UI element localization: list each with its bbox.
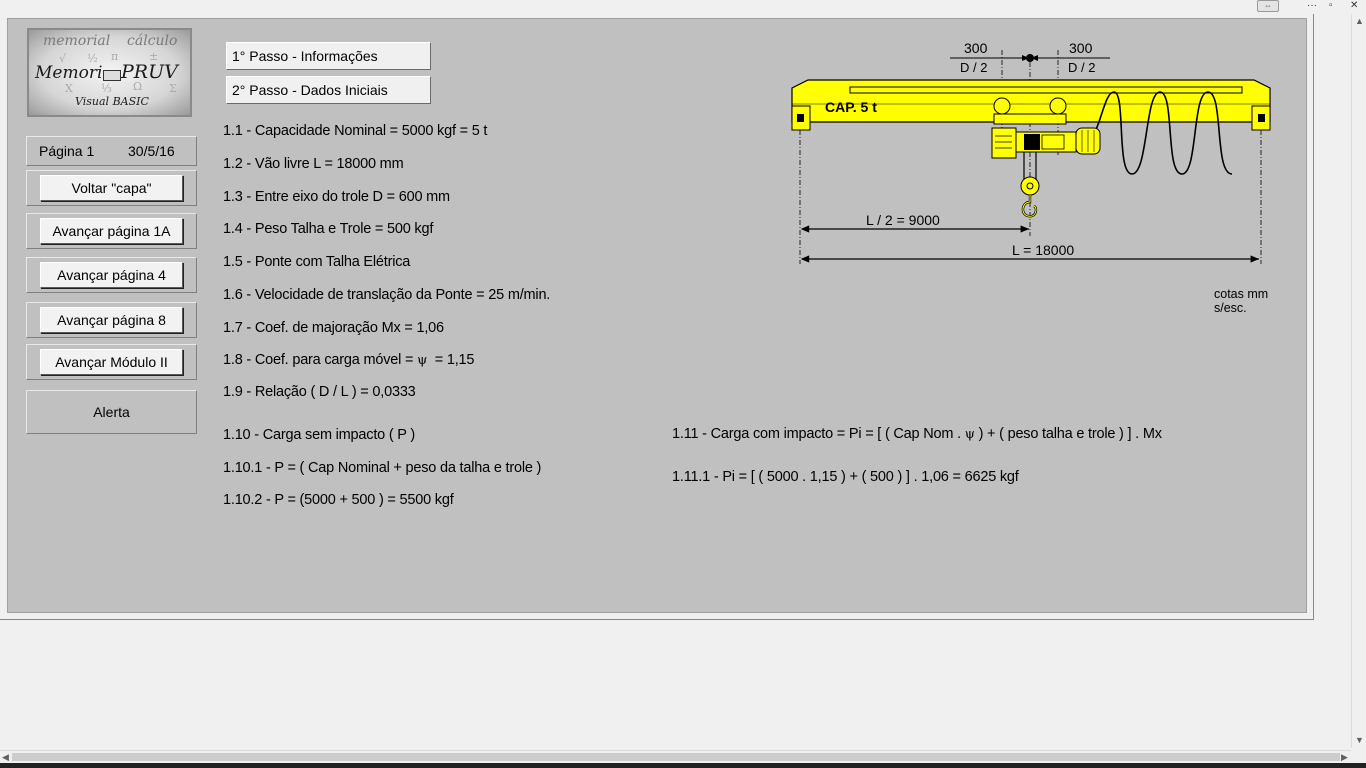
line-1-3: 1.3 - Entre eixo do trole D = 600 mm [223,189,450,205]
logo-symbol: ⅓ [101,82,112,95]
line-1-5: 1.5 - Ponte com Talha Elétrica [223,254,411,270]
next-page-1a-button[interactable]: Avançar página 1A [40,218,183,244]
resize-icon[interactable]: ⇔ [1257,0,1279,12]
step-2-initial-data-button[interactable]: 2° Passo - Dados Iniciais [226,76,431,104]
line-1-9: 1.9 - Relação ( D / L ) = 0,0333 [223,384,416,400]
next-page-4-frame: Avançar página 4 [26,257,197,293]
scroll-up-icon[interactable]: ▲ [1355,17,1364,26]
logo-symbol: Σ [169,82,177,95]
horizontal-scroll-thumb[interactable] [12,753,1340,761]
next-module-ii-button[interactable]: Avançar Módulo II [40,349,183,375]
alert-button[interactable]: Alerta [26,390,197,434]
line-1-10: 1.10 - Carga sem impacto ( P ) [223,427,415,443]
capacity-label: CAP. 5 t [825,99,877,115]
psi-symbol: ψ [964,427,975,442]
next-page-8-button[interactable]: Avançar página 8 [40,307,183,333]
line-1-4: 1.4 - Peso Talha e Trole = 500 kgf [223,221,434,237]
crane-diagram: 300 300 D / 2 D / 2 CAP. 5 t L / 2 = 900… [791,40,1271,264]
logo-symbol: π [111,50,119,63]
page-number: Página 1 [39,143,95,159]
line-1-8-text: 1.8 - Coef. para carga móvel = [223,352,418,368]
line-1-11-text-b: ) + ( peso talha e trole ) ] . Mx [974,426,1162,442]
logo-text-visual-basic: Visual BASIC [75,95,149,108]
more-options-icon[interactable]: ··· [1307,0,1317,12]
line-1-2: 1.2 - Vão livre L = 18000 mm [223,156,404,172]
restore-icon[interactable]: ▫ [1329,0,1333,12]
line-1-11-1: 1.11.1 - Pi = [ ( 5000 . 1,15 ) + ( 500 … [672,469,1019,485]
line-1-6: 1.6 - Velocidade de translação da Ponte … [223,287,551,303]
dim-right-d2: D / 2 [1068,60,1095,75]
logo-text-pruv: PRUV [121,61,178,83]
page-date: 30/5/16 [128,143,175,159]
horizontal-scrollbar[interactable]: ◀ ▶ [0,750,1351,764]
logo-symbol: X [65,82,73,95]
next-module-ii-frame: Avançar Módulo II [26,344,197,380]
bottom-strip [0,763,1366,768]
center-point [1026,54,1034,62]
dimensions-note: cotas mm s/esc. [1214,287,1268,315]
line-1-8-value: = 1,15 [434,352,475,368]
vertical-scrollbar[interactable]: ▲ ▼ [1351,14,1366,748]
scroll-left-icon[interactable]: ◀ [2,753,9,762]
title-bar: ⇔ ··· ▫ ✕ [0,0,1366,14]
next-page-8-frame: Avançar página 8 [26,302,197,338]
line-1-10-1: 1.10.1 - P = ( Cap Nominal + peso da tal… [223,460,542,476]
dim-left-300: 300 [964,40,988,56]
next-page-1a-frame: Avançar página 1A [26,213,197,249]
scroll-down-icon[interactable]: ▼ [1355,736,1364,745]
step-1-info-button[interactable]: 1° Passo - Informações [226,42,431,70]
back-cover-frame: Voltar "capa" [26,170,197,206]
line-1-7: 1.7 - Coef. de majoração Mx = 1,06 [223,320,444,336]
line-1-10-2: 1.10.2 - P = (5000 + 500 ) = 5500 kgf [223,492,454,508]
logo-box-icon [103,70,121,81]
line-1-11-text-a: 1.11 - Carga com impacto = Pi = [ ( Cap … [672,426,965,442]
close-icon[interactable]: ✕ [1350,0,1358,12]
line-1-11: 1.11 - Carga com impacto = Pi = [ ( Cap … [672,426,1162,442]
line-1-8: 1.8 - Coef. para carga móvel = ψ = 1,15 [223,352,474,368]
scroll-right-icon[interactable]: ▶ [1341,753,1348,762]
bottom-dimensions: L / 2 = 9000 L = 18000 [800,212,1259,263]
logo-text-calculo: cálculo [127,33,178,49]
dimensions-note-scale: s/esc. [1214,301,1247,315]
logo: √ ½ π ± X ⅓ Ω Σ memorial cálculo Memori … [27,28,192,117]
half-span-label: L / 2 = 9000 [866,212,940,228]
dim-right-300: 300 [1069,40,1093,56]
full-span-label: L = 18000 [1012,242,1074,258]
dimensions-note-units: cotas mm [1214,287,1269,301]
page-info: Página 1 30/5/16 [26,136,197,166]
dim-left-d2: D / 2 [960,60,987,75]
logo-text-memori: Memori [35,63,103,83]
next-page-4-button[interactable]: Avançar página 4 [40,262,183,288]
psi-symbol: ψ [417,353,428,368]
back-to-cover-button[interactable]: Voltar "capa" [40,175,183,201]
line-1-1: 1.1 - Capacidade Nominal = 5000 kgf = 5 … [223,123,488,139]
logo-text-memorial: memorial [43,33,111,49]
